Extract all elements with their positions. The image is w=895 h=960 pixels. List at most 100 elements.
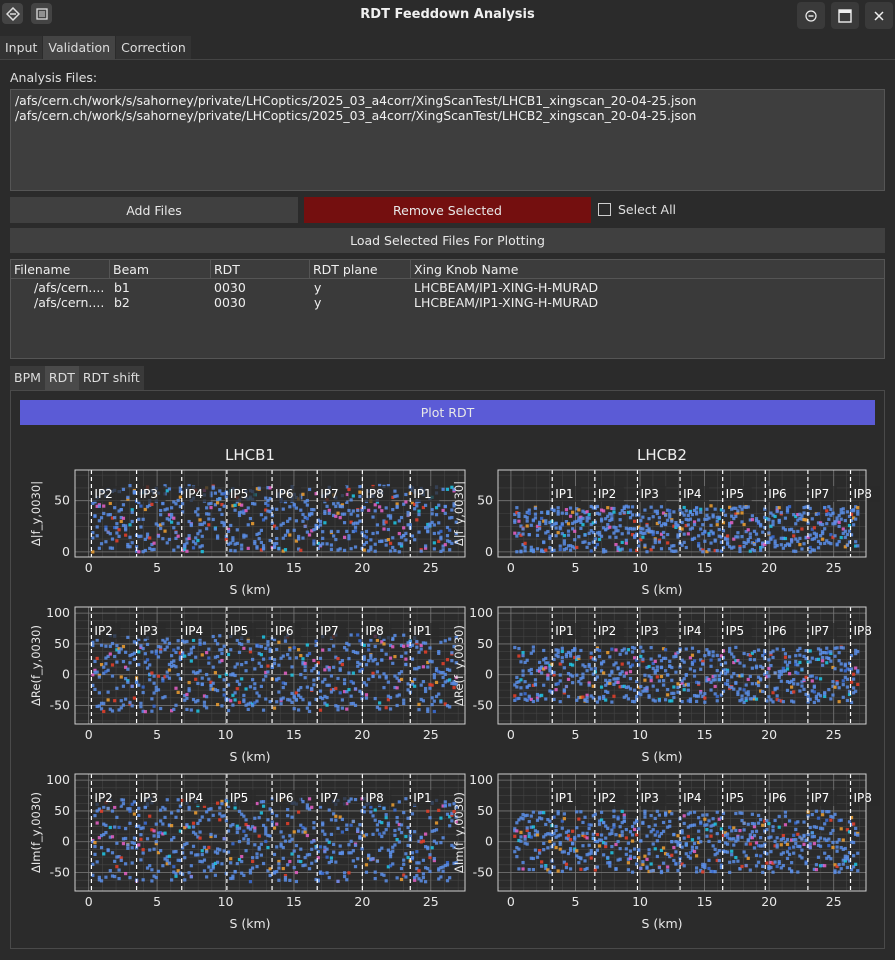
data-point [439, 816, 443, 820]
data-point [417, 869, 421, 873]
data-point [558, 847, 562, 851]
data-point [281, 521, 285, 526]
data-point [445, 658, 450, 662]
data-point [560, 511, 564, 515]
data-point [688, 856, 692, 860]
data-point [358, 519, 362, 523]
data-point [573, 529, 577, 533]
data-point [198, 529, 202, 533]
data-point [327, 668, 331, 672]
data-point [332, 644, 336, 648]
data-point [237, 839, 242, 844]
data-point [432, 531, 436, 536]
data-point [540, 864, 544, 868]
data-point [189, 875, 193, 879]
data-point [198, 518, 202, 522]
data-point [666, 532, 670, 537]
data-point [833, 685, 837, 689]
data-point [215, 642, 220, 646]
data-point [527, 694, 531, 698]
data-point [200, 534, 204, 538]
ip-label: IP6 [768, 791, 786, 805]
data-point [257, 537, 261, 541]
data-point [800, 837, 804, 841]
data-point [329, 859, 334, 864]
data-point [358, 823, 362, 827]
data-point [215, 860, 220, 864]
data-point [558, 842, 562, 846]
data-point [415, 518, 419, 522]
data-point [397, 519, 401, 523]
data-point [831, 680, 835, 684]
data-point [597, 844, 602, 848]
y-tick-label: 0 [485, 834, 493, 849]
data-point [312, 839, 316, 843]
data-point [156, 688, 161, 692]
data-point [406, 855, 410, 860]
data-point [812, 700, 816, 705]
data-point [682, 677, 686, 681]
x-tick-label: 25 [826, 560, 842, 575]
data-point [152, 681, 156, 685]
data-point [647, 848, 651, 852]
data-point [292, 849, 296, 853]
data-point [711, 654, 715, 658]
data-point [715, 653, 719, 658]
data-point [599, 810, 604, 814]
data-point [448, 824, 452, 828]
data-point [417, 861, 421, 865]
data-point [137, 550, 141, 554]
data-point [692, 841, 697, 846]
data-point [775, 509, 779, 514]
data-point [845, 677, 850, 681]
data-point [841, 646, 845, 650]
data-point [725, 678, 730, 683]
data-point [837, 524, 841, 529]
data-point [843, 846, 847, 851]
data-point [448, 668, 452, 672]
data-point [259, 653, 263, 657]
data-point [697, 534, 701, 538]
data-point [808, 649, 812, 653]
data-point [589, 651, 593, 655]
data-point [713, 538, 717, 542]
data-point [307, 533, 312, 537]
data-point [248, 880, 253, 884]
data-point [299, 859, 303, 864]
data-point [583, 665, 587, 669]
data-point [552, 657, 556, 662]
data-point [189, 659, 193, 663]
data-point [606, 506, 610, 510]
data-point [579, 810, 583, 814]
data-point [790, 861, 794, 865]
data-point [845, 855, 850, 859]
data-point [682, 660, 686, 664]
data-point [835, 849, 839, 853]
data-point [246, 838, 250, 842]
data-point [297, 854, 301, 859]
data-point [841, 838, 845, 842]
data-point [297, 537, 301, 541]
data-point [170, 824, 174, 828]
data-point [651, 828, 655, 832]
data-point [746, 822, 750, 826]
data-point [597, 822, 602, 826]
data-point [620, 670, 624, 674]
data-point [399, 866, 404, 871]
data-point [242, 829, 246, 833]
data-point [384, 676, 388, 680]
data-point [655, 665, 659, 669]
data-point [439, 875, 443, 879]
data-point [292, 707, 296, 711]
data-point [756, 520, 761, 524]
data-point [730, 849, 734, 853]
data-point [581, 831, 585, 835]
data-point [299, 847, 303, 851]
data-point [209, 501, 213, 505]
data-point [833, 534, 837, 538]
data-point [154, 840, 158, 844]
data-point [711, 844, 715, 848]
data-point [338, 668, 342, 672]
data-point [152, 834, 156, 838]
chart-0: 0 5 10 15 20 25050 IP2 IP3 IP4 IP5 IP6 IP7 IP8 IP1LHC… [29, 446, 466, 597]
